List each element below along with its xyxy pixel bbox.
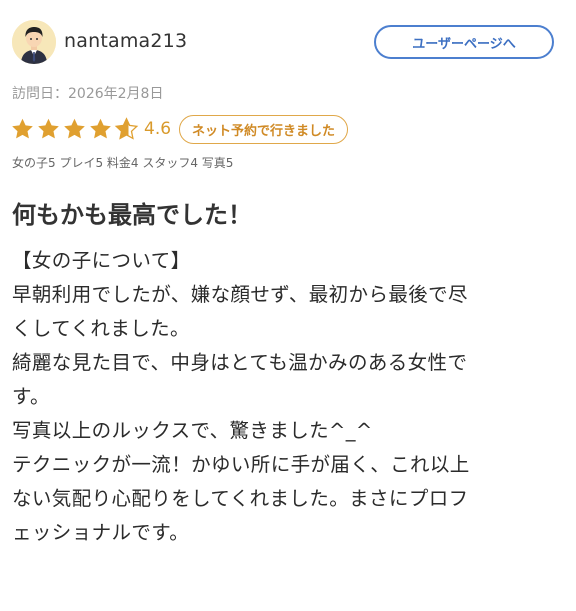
visit-date: 訪問日：2026年2月8日 bbox=[12, 86, 164, 102]
review-body-line: ェッショナルです。 bbox=[12, 521, 190, 544]
review-card: nantama213 ユーザーページへ 訪問日：2026年2月8日 4.6 ネッ… bbox=[0, 0, 576, 611]
star-full-icon bbox=[38, 118, 59, 139]
star-partial-icon bbox=[114, 117, 139, 140]
user-page-button-label: ユーザーページへ bbox=[412, 36, 516, 52]
net-reservation-badge: ネット予約で行きました bbox=[179, 114, 349, 144]
user-page-button[interactable]: ユーザーページへ bbox=[374, 25, 554, 59]
star-full-icon bbox=[90, 118, 111, 139]
category-scores: 女の子5 プレイ5 料金4 スタッフ4 写真5 bbox=[12, 156, 234, 170]
avatar-illustration-icon bbox=[12, 20, 56, 64]
review-body-line: す。 bbox=[12, 385, 50, 408]
rating-score: 4.6 bbox=[144, 119, 172, 139]
review-body-line: 早朝利用でしたが、嫌な顔せず、最初から最後で尽 bbox=[12, 283, 468, 306]
review-body-line: ない気配り心配りをしてくれました。まさにプロフ bbox=[12, 487, 469, 510]
username[interactable]: nantama213 bbox=[64, 30, 187, 52]
star-full-icon bbox=[12, 118, 33, 139]
user-avatar[interactable] bbox=[12, 20, 56, 64]
review-body-line: 綺麗な見た目で、中身はとても温かみのある女性で bbox=[12, 351, 468, 374]
review-body-line: テクニックが一流！かゆい所に手が届く、これ以上 bbox=[12, 453, 470, 476]
star-full-icon bbox=[64, 118, 85, 139]
review-body-line: 写真以上のルックスで、驚きました^_^ bbox=[12, 419, 373, 442]
review-body: 【女の子について】 早朝利用でしたが、嫌な顔せず、最初から最後で尽 くしてくれま… bbox=[12, 244, 568, 550]
rating-row: 4.6 ネット予約で行きました bbox=[10, 114, 349, 144]
review-title: 何もかも最高でした！ bbox=[12, 201, 252, 229]
star-rating bbox=[10, 117, 140, 141]
review-body-line: くしてくれました。 bbox=[12, 317, 190, 340]
review-body-line: 【女の子について】 bbox=[12, 249, 191, 272]
